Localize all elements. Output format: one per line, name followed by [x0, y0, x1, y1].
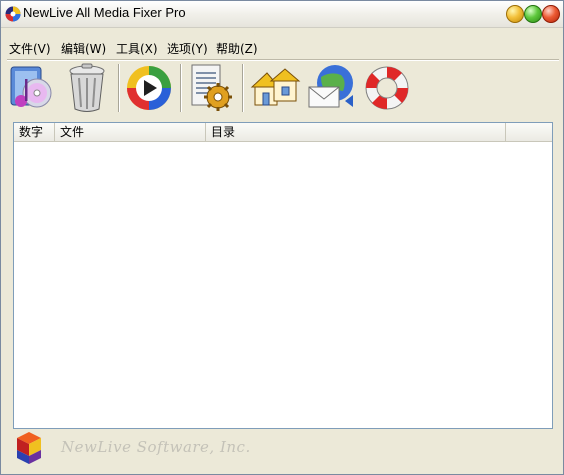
maximize-button[interactable] [524, 5, 542, 23]
menu-help[interactable]: 帮助(Z) [216, 40, 258, 57]
email-button[interactable] [305, 61, 357, 115]
minimize-button[interactable] [506, 5, 524, 23]
company-logo-icon [17, 432, 41, 464]
settings-document-icon [191, 64, 232, 111]
close-button[interactable] [542, 5, 560, 23]
toolbar-separator [180, 64, 182, 112]
app-window: NewLive All Media Fixer Pro 文件(V) 编辑(W) … [0, 0, 564, 475]
toolbar [1, 61, 563, 117]
window-title: NewLive All Media Fixer Pro [23, 5, 186, 20]
menu-file[interactable]: 文件(V) [9, 40, 51, 57]
home-button[interactable] [249, 61, 301, 115]
list-header: 数字 文件 目录 [14, 123, 552, 142]
menu-tools[interactable]: 工具(X) [116, 40, 158, 57]
home-icon [250, 68, 301, 106]
help-lifebuoy-icon [365, 66, 409, 110]
settings-button[interactable] [185, 61, 237, 115]
column-header-number[interactable]: 数字 [14, 123, 55, 141]
toolbar-separator [242, 64, 244, 112]
delete-button[interactable] [61, 61, 113, 115]
column-header-directory[interactable]: 目录 [206, 123, 506, 141]
file-list[interactable]: 数字 文件 目录 [13, 122, 553, 429]
menu-bar: 文件(V) 编辑(W) 工具(X) 选项(Y) 帮助(Z) [1, 37, 563, 59]
help-button[interactable] [361, 61, 413, 115]
play-media-button[interactable] [123, 61, 175, 115]
company-name: NewLive Software, Inc. [61, 438, 251, 456]
add-media-icon [10, 66, 52, 108]
menu-edit[interactable]: 编辑(W) [61, 40, 106, 57]
add-media-button[interactable] [7, 61, 59, 115]
title-bar[interactable]: NewLive All Media Fixer Pro [1, 1, 563, 28]
media-player-icon [127, 66, 171, 110]
email-icon [308, 65, 353, 108]
column-header-file[interactable]: 文件 [55, 123, 206, 141]
app-disc-icon [5, 6, 21, 22]
column-header-empty[interactable] [506, 123, 552, 141]
toolbar-separator [118, 64, 120, 112]
trash-icon [69, 63, 105, 112]
menu-options[interactable]: 选项(Y) [167, 40, 208, 57]
